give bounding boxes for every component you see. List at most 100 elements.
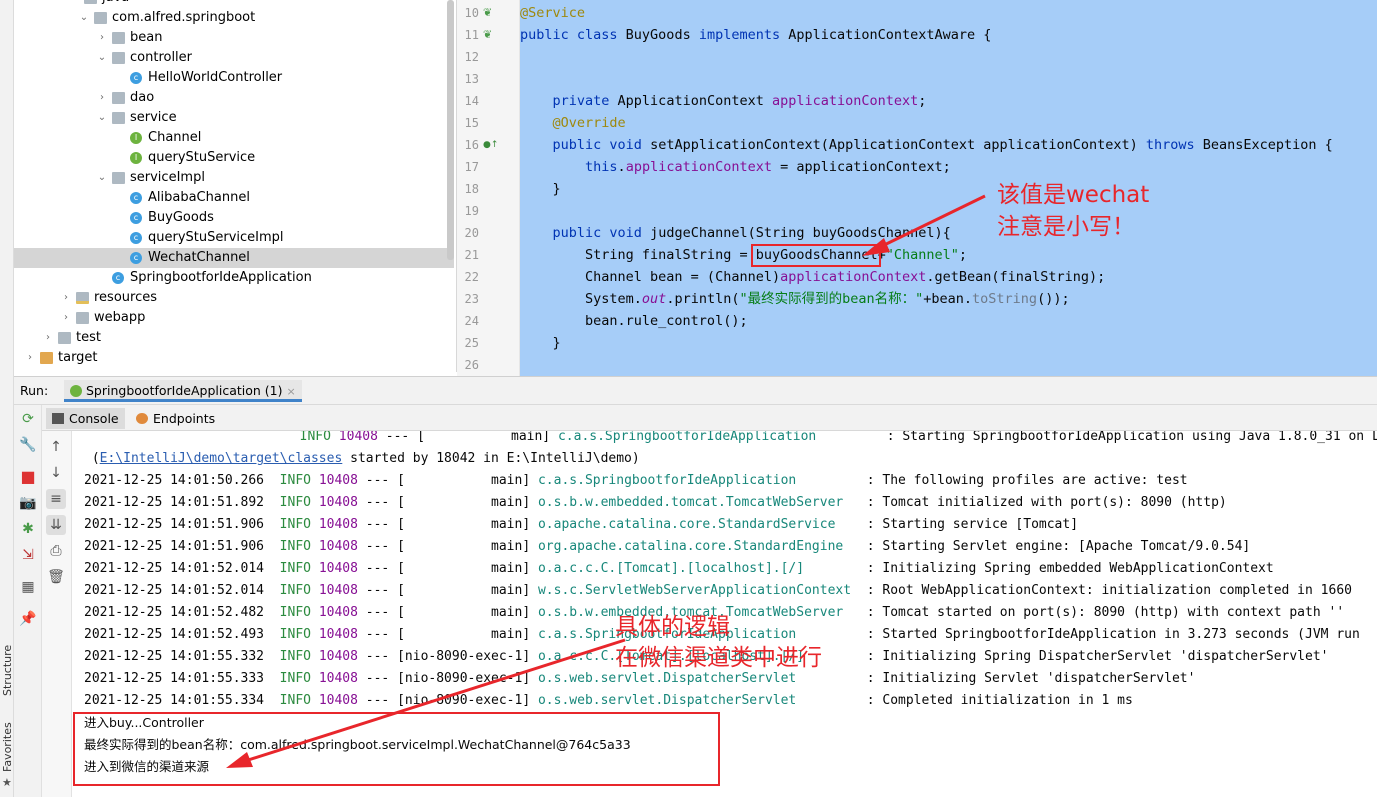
print-icon[interactable]: ⎙ — [46, 541, 66, 561]
tree-item-label: target — [58, 350, 98, 365]
tab-console[interactable]: Console — [46, 408, 125, 429]
override-icon[interactable]: ●↑ — [483, 134, 498, 156]
spring-bean-icon[interactable]: ❦ — [483, 24, 492, 46]
log-pid: 10408 — [318, 495, 358, 510]
run-config-tab[interactable]: SpringbootforIdeApplication (1) × — [64, 380, 302, 402]
log-message: : Tomcat initialized with port(s): 8090 … — [858, 495, 1227, 510]
debug-icon[interactable]: ✱ — [18, 519, 38, 539]
code-token: = applicationContext; — [772, 159, 951, 175]
tree-row[interactable]: c BuyGoods — [14, 208, 454, 228]
console-icon — [52, 413, 64, 424]
scroll-down-icon[interactable]: ↓ — [46, 463, 66, 483]
code-token: throws — [1145, 137, 1203, 153]
tree-item-label: dao — [130, 90, 155, 105]
code-line: public void judgeChannel(String buyGoods… — [520, 222, 951, 244]
tree-row[interactable]: › resources — [14, 288, 454, 308]
line-number: 25 — [464, 336, 479, 350]
close-tab-icon[interactable]: × — [287, 385, 296, 398]
chevron-right-icon[interactable]: › — [96, 28, 108, 48]
trash-icon[interactable]: 🗑 — [46, 567, 66, 587]
tree-row[interactable]: › webapp — [14, 308, 454, 328]
tree-row[interactable]: I Channel — [14, 128, 454, 148]
project-tree[interactable]: java ⌄ com.alfred.springboot › bean ⌄ controll… — [14, 0, 457, 372]
chevron-down-icon[interactable]: ⌄ — [96, 108, 108, 128]
layout-icon[interactable]: ▦ — [18, 577, 38, 597]
chevron-right-icon[interactable]: › — [24, 348, 36, 368]
log-timestamp: 2021-12-25 14:01:55.334 — [84, 693, 265, 708]
tree-row[interactable]: › dao — [14, 88, 454, 108]
tree-row[interactable]: c HelloWorldController — [14, 68, 454, 88]
code-token: private — [552, 93, 618, 109]
log-level: INFO — [279, 671, 311, 686]
tree-row[interactable]: › test — [14, 328, 454, 348]
tree-scrollbar[interactable] — [447, 0, 454, 260]
log-pid: 10408 — [318, 561, 358, 576]
code-token: ApplicationContext — [617, 93, 772, 109]
tree-row[interactable]: ⌄ controller — [14, 48, 454, 68]
line-number: 10 — [464, 6, 479, 20]
tree-row[interactable]: ⌄ serviceImpl — [14, 168, 454, 188]
log-thread: main] — [404, 517, 531, 532]
log-level: INFO — [299, 431, 331, 444]
tree-item-label: Channel — [148, 130, 202, 145]
tree-row[interactable]: java — [14, 0, 454, 8]
chevron-right-icon[interactable]: › — [60, 308, 72, 328]
console-tabs: Console Endpoints — [42, 405, 1377, 431]
log-line: 2021-12-25 14:01:51.906 INFO 10408 --- [… — [84, 514, 1078, 536]
tree-row[interactable]: c SpringbootforIdeApplication — [14, 268, 454, 288]
chevron-right-icon[interactable]: › — [96, 88, 108, 108]
chevron-down-icon[interactable]: ⌄ — [78, 8, 90, 28]
log-line: 2021-12-25 14:01:51.906 INFO 10408 --- [… — [84, 536, 1250, 558]
chevron-down-icon[interactable]: ⌄ — [96, 168, 108, 188]
soft-wrap-icon[interactable]: ≡ — [46, 489, 66, 509]
tree-row[interactable]: IqueryStuService — [14, 148, 454, 168]
tree-row[interactable]: c queryStuServiceImpl — [14, 228, 454, 248]
tree-item-label: bean — [130, 30, 163, 45]
run-tab-title: SpringbootforIdeApplication (1) — [86, 383, 283, 398]
classpath-link[interactable]: E:\IntelliJ\demo\target\classes — [100, 451, 343, 466]
line-number: 16 — [464, 138, 479, 152]
code-editor[interactable]: 10 11 12 13 14 15 16 17 18 19 20 21 22 23 24 25 26 ❦ ❦ ●↑ @… — [457, 0, 1377, 376]
tree-item-label: com.alfred.springboot — [112, 10, 256, 25]
rerun-icon[interactable]: ⟳ — [18, 409, 38, 429]
code-token: public void — [552, 225, 651, 241]
code-token: System. — [520, 291, 642, 307]
chevron-right-icon[interactable]: › — [42, 328, 54, 348]
structure-tab[interactable]: Structure — [1, 636, 14, 696]
tree-item-label: queryStuServiceImpl — [148, 230, 284, 245]
line-number: 24 — [464, 314, 479, 328]
tree-row[interactable]: ⌄ service — [14, 108, 454, 128]
note-top-line1: 该值是wechat — [997, 182, 1150, 208]
stop-icon[interactable]: ■ — [18, 467, 38, 487]
log-level: INFO — [279, 561, 311, 576]
tree-row[interactable]: c AlibabaChannel — [14, 188, 454, 208]
log-timestamp: 2021-12-25 14:01:52.014 — [84, 561, 265, 576]
tree-row[interactable]: ⌄ com.alfred.springboot — [14, 8, 454, 28]
code-line: bean.rule_control(); — [520, 310, 748, 332]
chevron-down-icon[interactable]: ⌄ — [96, 48, 108, 68]
line-number: 17 — [464, 160, 479, 174]
pin-icon[interactable]: 📌 — [18, 609, 38, 629]
scroll-to-end-icon[interactable]: ⇊ — [46, 515, 66, 535]
tree-row[interactable]: › bean — [14, 28, 454, 48]
log-text: ( — [84, 451, 100, 466]
tree-row[interactable]: c WechatChannel — [14, 248, 454, 268]
scroll-up-icon[interactable]: ↑ — [46, 437, 66, 457]
chevron-right-icon[interactable]: › — [60, 288, 72, 308]
tab-endpoints[interactable]: Endpoints — [130, 408, 221, 429]
code-token: +bean. — [923, 291, 973, 307]
log-logger: c.a.s.SpringbootforIdeApplication — [530, 473, 859, 488]
code-token: toString — [972, 291, 1038, 307]
wrench-icon[interactable]: 🔧 — [18, 435, 38, 455]
code-token: out — [641, 291, 667, 307]
exit-icon[interactable]: ⇲ — [18, 545, 38, 565]
spring-bean-icon[interactable]: ❦ — [483, 2, 492, 24]
log-level: INFO — [279, 649, 311, 664]
tree-item-label: controller — [130, 50, 193, 65]
code-token: implements — [698, 27, 789, 43]
log-pid: 10408 — [318, 473, 358, 488]
tree-row[interactable]: › target — [14, 348, 454, 368]
code-area[interactable]: @Service public class BuyGoods implements… — [520, 0, 1377, 376]
camera-icon[interactable]: 📷 — [18, 493, 38, 513]
favorites-tab[interactable]: Favorites — [1, 712, 14, 772]
